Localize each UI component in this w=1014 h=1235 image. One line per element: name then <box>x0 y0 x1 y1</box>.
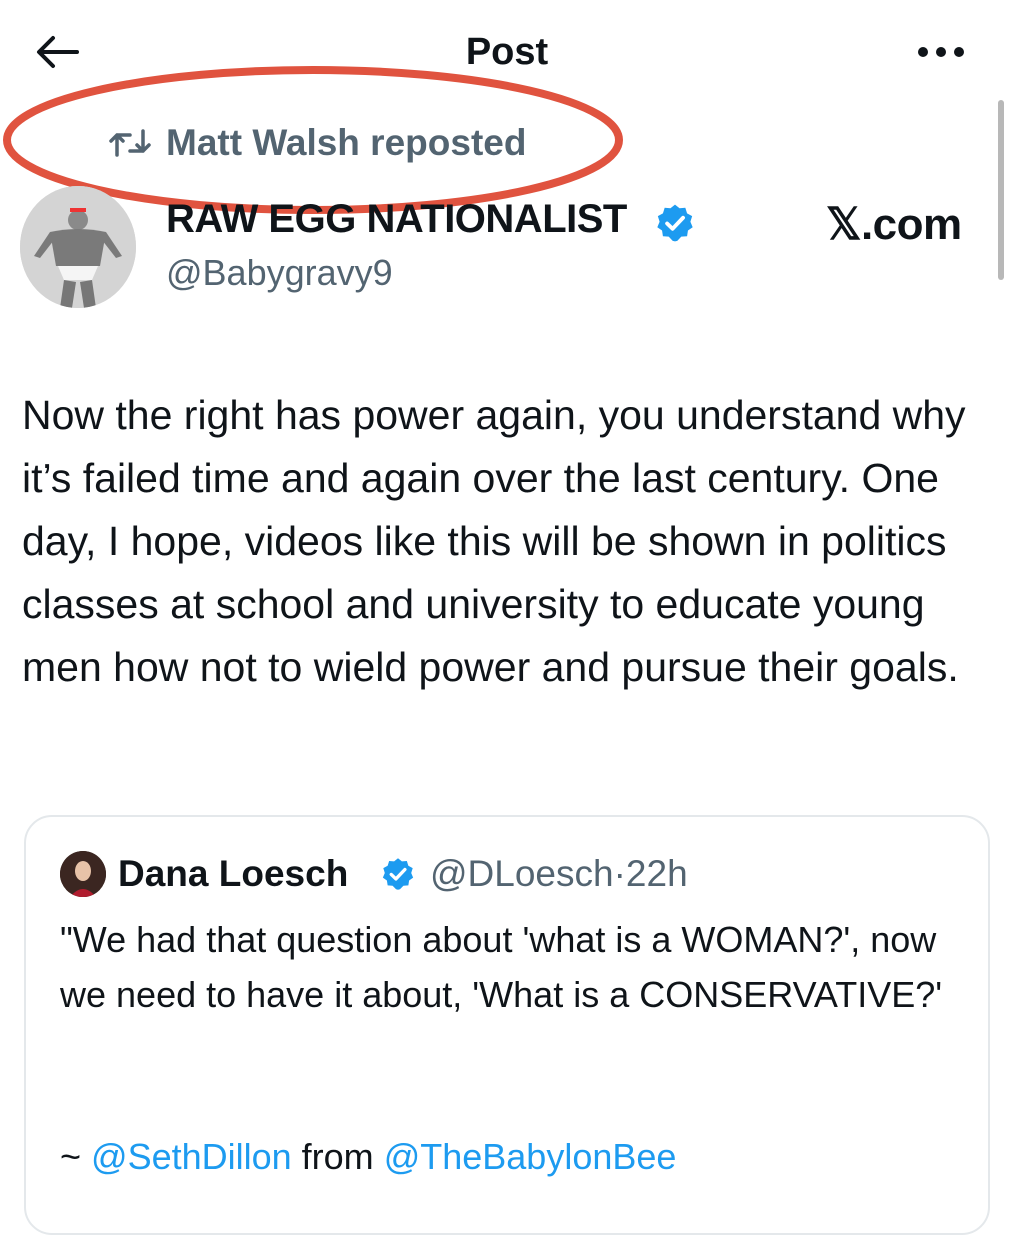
more-options-button[interactable] <box>906 30 976 74</box>
quoted-author-handle[interactable]: @DLoesch <box>430 853 614 894</box>
quoted-avatar-image <box>60 851 106 897</box>
scrollbar[interactable] <box>998 100 1004 280</box>
quoted-author-avatar[interactable] <box>60 851 106 897</box>
mention-connector: from <box>291 1136 384 1177</box>
quoted-meta: @DLoesch·22h <box>430 850 688 898</box>
post-text: Now the right has power again, you under… <box>22 392 966 690</box>
mention-link-sethdillon[interactable]: @SethDillon <box>91 1136 292 1177</box>
author-handle[interactable]: @Babygravy9 <box>166 248 393 298</box>
verified-badge-icon <box>657 204 693 242</box>
author-display-name[interactable]: RAW EGG NATIONALIST <box>166 192 627 246</box>
author-avatar-image <box>20 186 136 308</box>
watermark: 𝕏.com <box>826 200 962 249</box>
more-icon <box>918 47 964 57</box>
meta-separator: · <box>613 853 626 894</box>
verified-badge-icon <box>382 858 414 890</box>
quoted-post-text: "We had that question about 'what is a W… <box>60 919 943 1015</box>
quoted-timestamp[interactable]: 22h <box>626 853 688 894</box>
quoted-mentions-line: ~ @SethDillon from @TheBabylonBee <box>60 1132 676 1182</box>
mention-prefix: ~ <box>60 1136 92 1177</box>
author-avatar[interactable] <box>20 186 136 308</box>
quoted-author-name[interactable]: Dana Loesch <box>118 850 348 898</box>
mention-link-babylonbee[interactable]: @TheBabylonBee <box>384 1136 677 1177</box>
